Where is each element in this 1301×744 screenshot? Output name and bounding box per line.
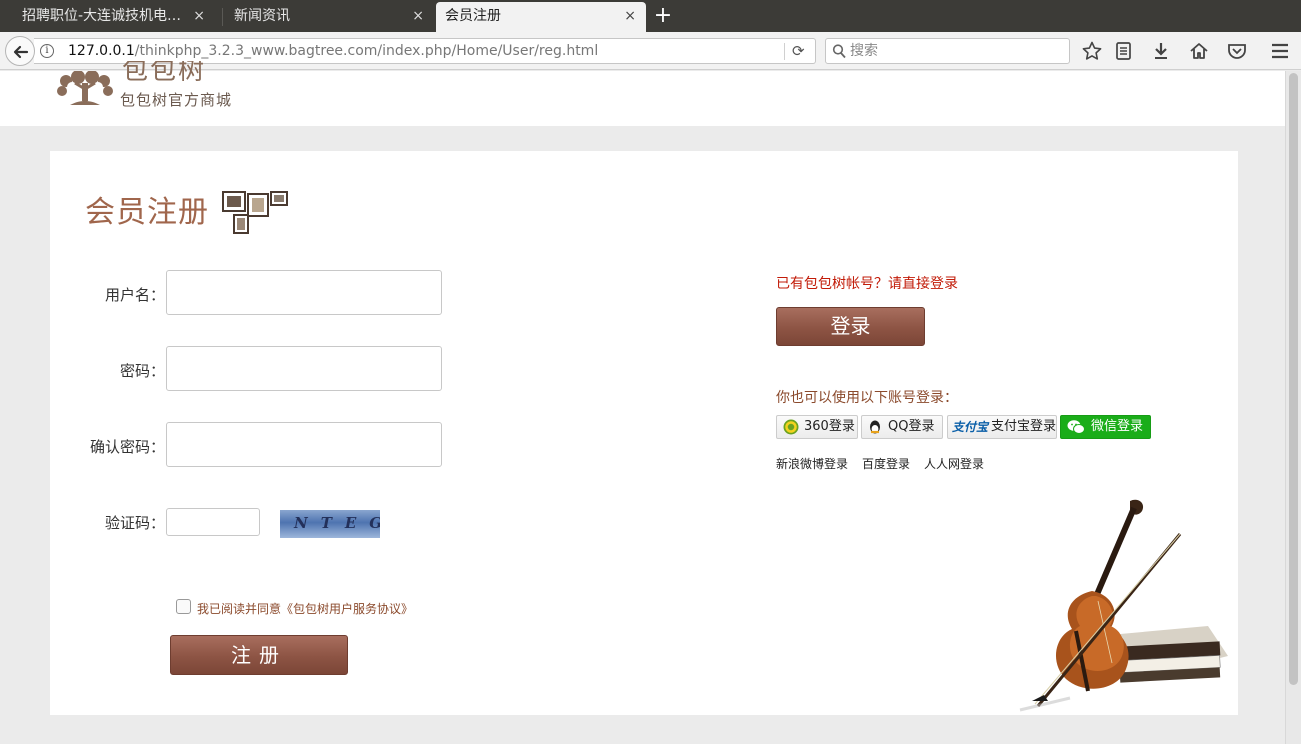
login-alipay-button[interactable]: 支付宝 支付宝登录 bbox=[947, 415, 1057, 439]
browser-tab-strip: 招聘职位-大连诚技机电… × 新闻资讯 × 会员注册 × + bbox=[0, 0, 1301, 32]
qq-penguin-icon bbox=[870, 420, 880, 434]
have-account-prompt[interactable]: 已有包包树帐号？请直接登录 bbox=[776, 273, 958, 293]
login-wechat-button[interactable]: 微信登录 bbox=[1060, 415, 1151, 439]
wechat-icon bbox=[1067, 420, 1085, 434]
agreement-checkbox[interactable] bbox=[176, 599, 191, 614]
username-label: 用户名： bbox=[104, 286, 165, 304]
360-icon bbox=[783, 419, 799, 435]
site-header: 包包树 包包树官方商城 bbox=[0, 61, 1285, 126]
divider bbox=[784, 43, 785, 60]
new-tab-button[interactable]: + bbox=[652, 2, 674, 30]
login-alipay-label: 支付宝登录 bbox=[991, 419, 1057, 434]
login-weibo-link[interactable]: 新浪微博登录 bbox=[776, 455, 848, 472]
login-qq-button[interactable]: QQ登录 bbox=[861, 415, 943, 439]
tab-job-listing[interactable]: 招聘职位-大连诚技机电… × bbox=[0, 2, 215, 32]
reload-icon[interactable]: ⟳ bbox=[792, 42, 805, 60]
back-button[interactable] bbox=[5, 36, 35, 66]
scrollbar-thumb[interactable] bbox=[1289, 73, 1298, 685]
captcha-label: 验证码： bbox=[104, 514, 165, 532]
login-360-label: 360登录 bbox=[804, 419, 855, 434]
tab-member-register[interactable]: 会员注册 × bbox=[436, 2, 646, 32]
register-panel: 会员注册 用户名： 密码： 确认密码： 验证码： NTEG 我已阅读并同意《包包… bbox=[50, 151, 1238, 715]
alipay-icon: 支付宝 bbox=[952, 420, 989, 434]
info-icon[interactable]: i bbox=[40, 44, 54, 58]
login-button[interactable]: 登录 bbox=[776, 307, 925, 346]
tab-close-icon[interactable]: × bbox=[193, 2, 205, 30]
back-icon bbox=[13, 45, 29, 59]
login-baidu-link[interactable]: 百度登录 bbox=[862, 455, 910, 472]
tree-logo-icon[interactable] bbox=[52, 71, 118, 107]
home-icon[interactable] bbox=[1188, 40, 1210, 62]
search-input[interactable] bbox=[850, 42, 1060, 60]
third-party-login-prompt: 你也可以使用以下账号登录： bbox=[776, 390, 958, 406]
brand-name: 包包树 bbox=[122, 61, 207, 81]
menu-icon[interactable] bbox=[1269, 40, 1291, 62]
pocket-icon[interactable] bbox=[1226, 40, 1248, 62]
login-wechat-label: 微信登录 bbox=[1091, 419, 1144, 434]
tab-title: 招聘职位-大连诚技机电… bbox=[22, 8, 182, 24]
tab-news[interactable]: 新闻资讯 × bbox=[212, 2, 434, 32]
tab-close-icon[interactable]: × bbox=[412, 2, 424, 30]
password-input[interactable] bbox=[166, 346, 442, 391]
search-icon bbox=[832, 44, 846, 59]
page-title: 会员注册 bbox=[85, 195, 209, 230]
url-text[interactable]: 127.0.0.1/thinkphp_3.2.3_www.bagtree.com… bbox=[68, 43, 598, 59]
search-bar[interactable] bbox=[825, 38, 1070, 64]
confirm-password-input[interactable] bbox=[166, 422, 442, 467]
captcha-input[interactable] bbox=[166, 508, 260, 536]
page-scrollbar[interactable] bbox=[1285, 71, 1301, 744]
bookmark-star-icon[interactable] bbox=[1081, 40, 1103, 62]
captcha-text: NTEG bbox=[294, 514, 380, 532]
agreement-text[interactable]: 我已阅读并同意《包包树用户服务协议》 bbox=[197, 600, 413, 617]
tab-close-icon[interactable]: × bbox=[624, 2, 636, 30]
photo-frames-icon bbox=[222, 191, 288, 234]
login-renren-link[interactable]: 人人网登录 bbox=[924, 455, 984, 472]
brand-subtitle: 包包树官方商城 bbox=[120, 91, 233, 109]
violin-illustration bbox=[1019, 499, 1228, 712]
confirm-password-label: 确认密码： bbox=[89, 438, 165, 456]
login-qq-label: QQ登录 bbox=[888, 419, 935, 434]
download-icon[interactable] bbox=[1150, 40, 1172, 62]
tab-title: 新闻资讯 bbox=[234, 8, 290, 24]
username-input[interactable] bbox=[166, 270, 442, 315]
password-label: 密码： bbox=[119, 362, 165, 380]
login-360-button[interactable]: 360登录 bbox=[776, 415, 858, 439]
captcha-image[interactable]: NTEG bbox=[280, 510, 380, 538]
reading-list-icon[interactable] bbox=[1113, 40, 1135, 62]
tab-title: 会员注册 bbox=[445, 8, 501, 24]
register-button[interactable]: 注册 bbox=[170, 635, 348, 675]
